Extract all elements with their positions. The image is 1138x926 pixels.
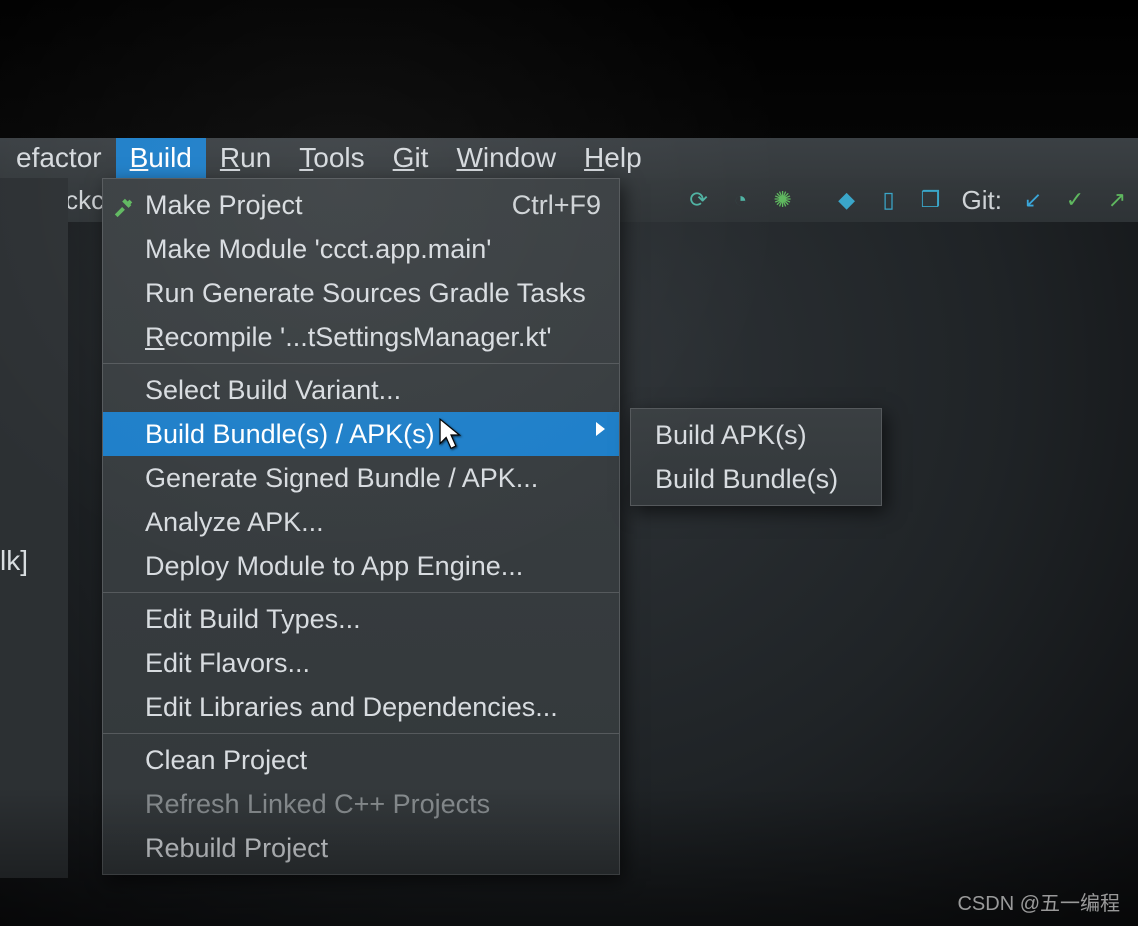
menu-item-label: Analyze APK... xyxy=(145,507,324,537)
menu-window[interactable]: Window xyxy=(442,138,570,178)
build-dropdown: Make Project Ctrl+F9 Make Module 'ccct.a… xyxy=(102,178,620,875)
menu-item-label: Edit Libraries and Dependencies... xyxy=(145,692,558,722)
menu-item-label: Recompile '...tSettingsManager.kt' xyxy=(145,322,552,352)
menu-build-mnemonic: B xyxy=(130,142,149,173)
menu-item-rebuild-project[interactable]: Rebuild Project xyxy=(103,826,619,870)
menu-item-generate-signed[interactable]: Generate Signed Bundle / APK... xyxy=(103,456,619,500)
menu-item-make-project[interactable]: Make Project Ctrl+F9 xyxy=(103,183,619,227)
menu-item-make-module[interactable]: Make Module 'ccct.app.main' xyxy=(103,227,619,271)
submenu-item-build-bundle[interactable]: Build Bundle(s) xyxy=(631,457,881,501)
build-bundles-submenu: Build APK(s) Build Bundle(s) xyxy=(630,408,882,506)
menu-item-label: Build Bundle(s) xyxy=(655,464,838,494)
menu-item-label: Generate Signed Bundle / APK... xyxy=(145,463,538,493)
menu-build[interactable]: Build xyxy=(116,138,206,178)
speedometer-icon[interactable]: ◔ xyxy=(726,185,756,215)
menu-run-mnemonic: R xyxy=(220,142,240,173)
menu-item-edit-build-types[interactable]: Edit Build Types... xyxy=(103,597,619,641)
menu-item-label: Rebuild Project xyxy=(145,833,328,863)
hammer-icon xyxy=(113,191,135,227)
menu-item-label: Clean Project xyxy=(145,745,307,775)
monitor-bezel xyxy=(0,0,1138,138)
git-pull-icon[interactable]: ↙ xyxy=(1018,185,1048,215)
menu-build-rest: uild xyxy=(148,142,192,173)
menu-item-build-bundles-apks[interactable]: Build Bundle(s) / APK(s) xyxy=(103,412,619,456)
menu-item-label: Edit Flavors... xyxy=(145,648,310,678)
main-menu-bar: efactor Build Run Tools Git Window Help xyxy=(0,138,1138,178)
bug-icon[interactable]: ✺ xyxy=(768,185,798,215)
toolbar-icons: ⟳ ◔ ✺ ◆ ▯ ❒ Git: ↙ ✓ ↗ xyxy=(684,178,1132,222)
left-label-fragment: lk] xyxy=(0,545,28,577)
menu-item-select-variant[interactable]: Select Build Variant... xyxy=(103,368,619,412)
left-gutter xyxy=(0,178,68,878)
menu-item-edit-flavors[interactable]: Edit Flavors... xyxy=(103,641,619,685)
menu-item-recompile[interactable]: Recompile '...tSettingsManager.kt' xyxy=(103,315,619,359)
menu-item-refresh-cpp: Refresh Linked C++ Projects xyxy=(103,782,619,826)
menu-item-edit-libraries[interactable]: Edit Libraries and Dependencies... xyxy=(103,685,619,729)
watermark: CSDN @五一编程 xyxy=(957,887,1120,916)
elephant-icon[interactable]: ◆ xyxy=(832,185,862,215)
menu-separator xyxy=(103,592,619,593)
git-push-icon[interactable]: ↗ xyxy=(1102,185,1132,215)
menu-item-deploy-appengine[interactable]: Deploy Module to App Engine... xyxy=(103,544,619,588)
device-icon[interactable]: ▯ xyxy=(874,185,904,215)
menu-git[interactable]: Git xyxy=(379,138,443,178)
menu-item-label: Build APK(s) xyxy=(655,420,807,450)
menu-refactor[interactable]: efactor xyxy=(2,138,116,178)
sync-icon[interactable]: ⟳ xyxy=(684,185,714,215)
toolbar-sep xyxy=(810,185,820,215)
menu-item-label: Deploy Module to App Engine... xyxy=(145,551,523,581)
submenu-arrow-icon xyxy=(596,422,605,436)
menu-item-analyze-apk[interactable]: Analyze APK... xyxy=(103,500,619,544)
menu-item-label: Refresh Linked C++ Projects xyxy=(145,789,490,819)
git-label: Git: xyxy=(962,185,1002,216)
menu-tools[interactable]: Tools xyxy=(285,138,378,178)
menu-item-label: Edit Build Types... xyxy=(145,604,361,634)
menu-item-label: Select Build Variant... xyxy=(145,375,401,405)
menu-item-run-generate[interactable]: Run Generate Sources Gradle Tasks xyxy=(103,271,619,315)
menu-item-clean-project[interactable]: Clean Project xyxy=(103,738,619,782)
cube-icon[interactable]: ❒ xyxy=(916,185,946,215)
menu-item-shortcut: Ctrl+F9 xyxy=(512,187,601,223)
menu-separator xyxy=(103,733,619,734)
menu-separator xyxy=(103,363,619,364)
menu-help[interactable]: Help xyxy=(570,138,656,178)
submenu-item-build-apk[interactable]: Build APK(s) xyxy=(631,413,881,457)
menu-run[interactable]: Run xyxy=(206,138,285,178)
menu-item-label: Make Project xyxy=(145,190,303,220)
menu-item-label: Run Generate Sources Gradle Tasks xyxy=(145,278,586,308)
menu-item-label: Build Bundle(s) / APK(s) xyxy=(145,419,435,449)
git-commit-icon[interactable]: ✓ xyxy=(1060,185,1090,215)
menu-item-label: Make Module 'ccct.app.main' xyxy=(145,234,491,264)
